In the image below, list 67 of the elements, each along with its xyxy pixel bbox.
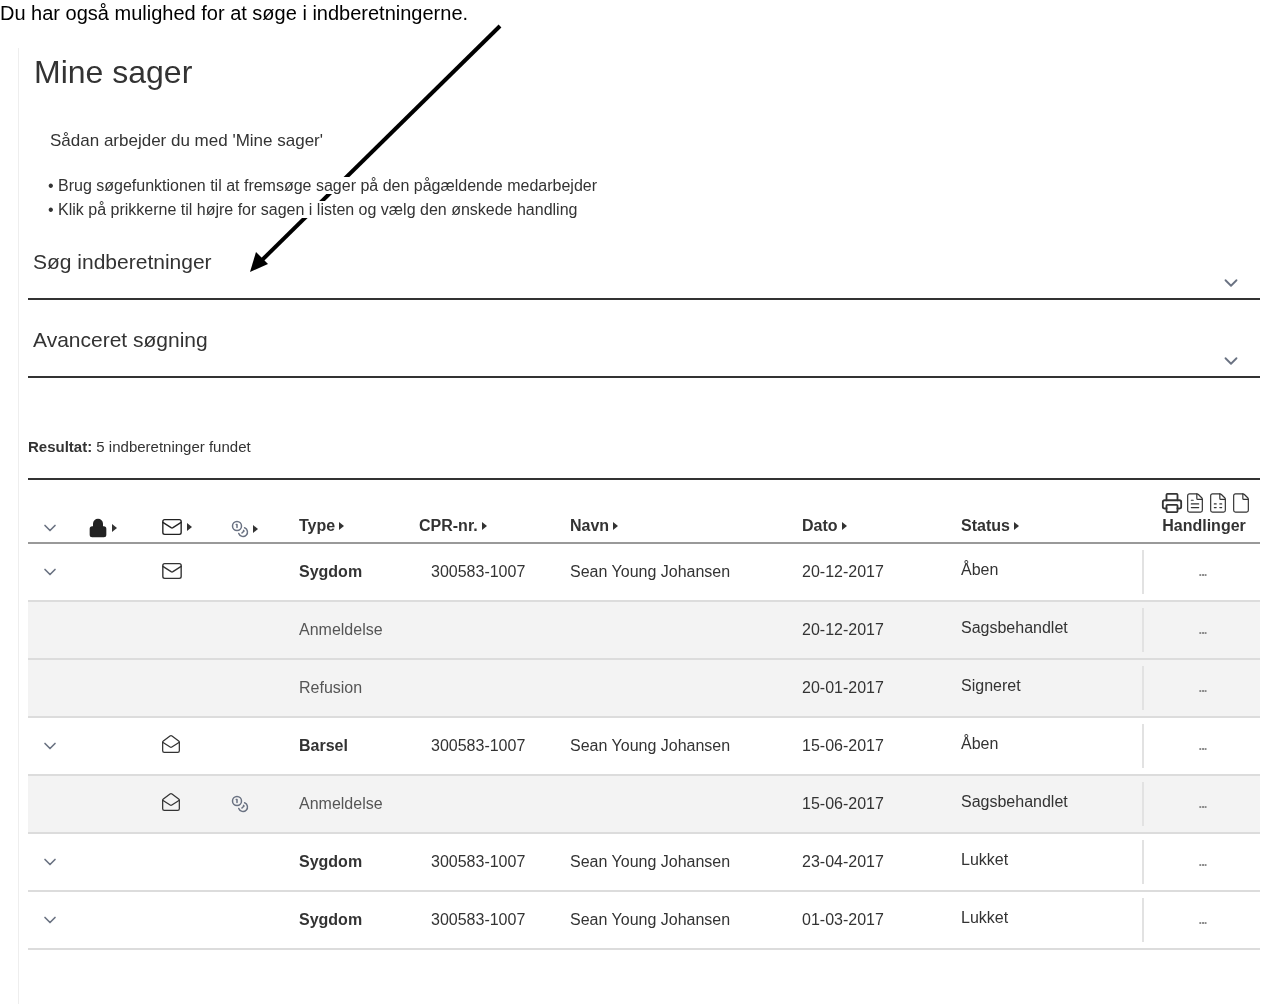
date-text: 20-01-2017	[802, 679, 884, 696]
column-header[interactable]: Status	[961, 514, 1019, 538]
accordion-header[interactable]: Avanceret søgning	[28, 321, 1260, 378]
actions-menu[interactable]: ...	[1198, 736, 1207, 756]
actions-menu[interactable]: ...	[1198, 562, 1207, 582]
result-text: Resultat: 5 indberetninger fundet	[28, 435, 1260, 480]
date-text: 01-03-2017	[802, 911, 884, 928]
envelope-icon	[161, 516, 183, 538]
status-text: Sagsbehandlet	[961, 793, 1068, 810]
column-header: Handlinger	[1162, 516, 1246, 536]
sub-row[interactable]: Refusion 20-01-2017 Signeret ...	[28, 660, 1260, 718]
sort-caret-icon[interactable]	[253, 525, 258, 533]
coins-icon	[231, 520, 249, 538]
status-text: Åben	[961, 735, 999, 752]
sort-caret-icon[interactable]	[613, 522, 619, 530]
bullet-text: • Brug søgefunktionen til at fremsøge sager på den pågældende medarbejder	[48, 176, 598, 194]
sort-caret-icon[interactable]	[841, 522, 847, 530]
name-text: Sean Young Johansen	[570, 853, 731, 870]
date-text: 20-12-2017	[802, 563, 884, 580]
type-text: Refusion	[299, 679, 363, 696]
column-header[interactable]	[161, 516, 192, 538]
accordion-header[interactable]: Søg indberetninger	[28, 243, 1260, 300]
actions-menu[interactable]: ...	[1198, 852, 1207, 872]
text-file-icon[interactable]	[1230, 492, 1252, 514]
status-text: Lukket	[961, 909, 1009, 926]
sort-caret-icon[interactable]	[339, 522, 345, 530]
column-header[interactable]: CPR-nr.	[419, 514, 487, 538]
name-text: Sean Young Johansen	[570, 737, 731, 754]
bullet-text: • Klik på prikkerne til højre for sagen i listen og vælg den ønskede handling	[48, 200, 578, 218]
date-text: 23-04-2017	[802, 853, 884, 870]
sort-caret-icon[interactable]	[1013, 522, 1019, 530]
print-icon[interactable]	[1161, 492, 1183, 514]
type-text: Barsel	[299, 737, 348, 754]
cpr-text: 300583-1007	[431, 853, 526, 870]
sort-caret-icon[interactable]	[112, 524, 117, 532]
sub-row[interactable]: Anmeldelse 15-06-2017 Sagsbehandlet ...	[28, 776, 1260, 834]
column-header[interactable]	[88, 518, 117, 538]
intro-text: Sådan arbejder du med 'Mine sager'	[49, 130, 324, 152]
sort-caret-icon[interactable]	[481, 522, 487, 530]
type-text: Sygdom	[299, 563, 363, 580]
page-title: Mine sager	[33, 53, 194, 92]
cpr-text: 300583-1007	[431, 911, 526, 928]
column-header[interactable]: Type	[299, 514, 345, 538]
column-header[interactable]: Navn	[570, 514, 619, 538]
status-text: Åben	[961, 561, 999, 578]
cpr-text: 300583-1007	[431, 563, 526, 580]
spreadsheet-file-icon[interactable]	[1207, 492, 1229, 514]
actions-menu[interactable]: ...	[1198, 910, 1207, 930]
lock-icon	[88, 518, 108, 538]
sort-caret-icon[interactable]	[187, 523, 192, 531]
caption-text: Du har også mulighed for at søge i indberetningerne.	[0, 1, 470, 26]
sub-row[interactable]: Anmeldelse 20-12-2017 Sagsbehandlet ...	[28, 602, 1260, 660]
name-text: Sean Young Johansen	[570, 563, 731, 580]
name-text: Sean Young Johansen	[570, 911, 731, 928]
date-text: 20-12-2017	[802, 621, 884, 638]
status-text: Lukket	[961, 851, 1009, 868]
date-text: 15-06-2017	[802, 737, 884, 754]
status-text: Sagsbehandlet	[961, 619, 1068, 636]
type-text: Anmeldelse	[299, 621, 383, 638]
type-text: Sygdom	[299, 911, 363, 928]
status-text: Signeret	[961, 677, 1021, 694]
column-header[interactable]: Dato	[802, 514, 847, 538]
cpr-text: 300583-1007	[431, 737, 526, 754]
type-text: Sygdom	[299, 853, 363, 870]
column-header[interactable]	[231, 520, 258, 538]
type-text: Anmeldelse	[299, 795, 383, 812]
date-text: 15-06-2017	[802, 795, 884, 812]
